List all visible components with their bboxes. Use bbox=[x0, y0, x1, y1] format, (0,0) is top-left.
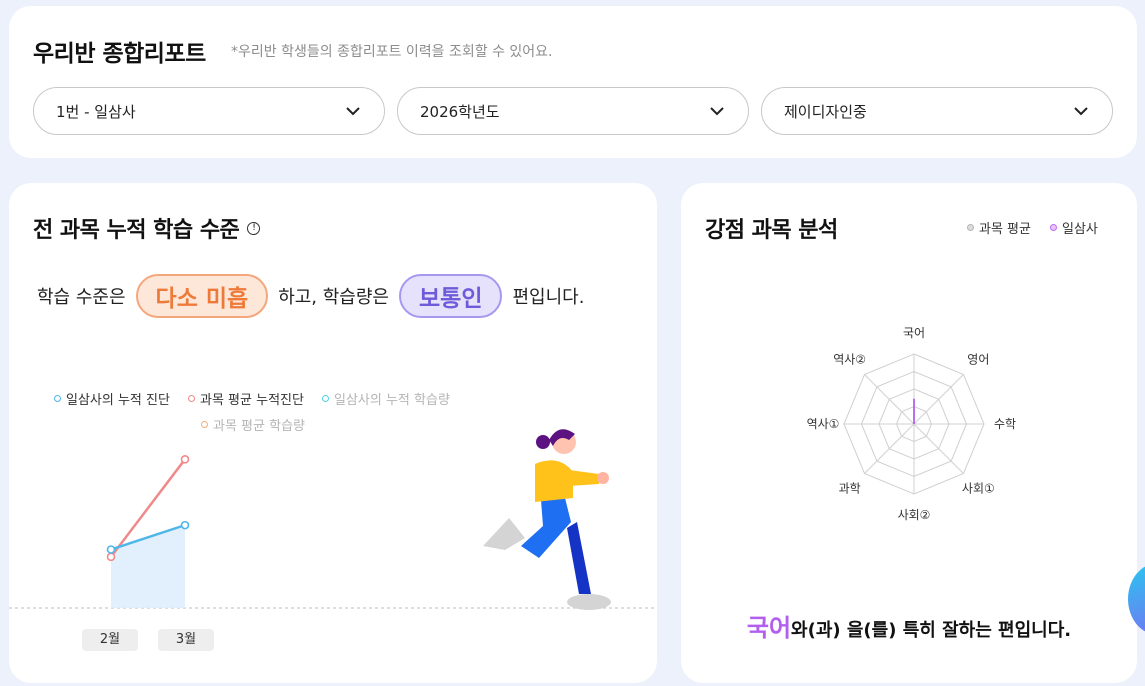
page-subtitle: *우리반 학생들의 종합리포트 이력을 조회할 수 있어요. bbox=[231, 44, 553, 60]
radar-axis-label: 영어 bbox=[967, 353, 989, 367]
year-select[interactable]: 2026학년도 bbox=[397, 87, 749, 135]
strength-subject: 국어 bbox=[746, 614, 792, 642]
radar-axis-label: 사회① bbox=[962, 481, 995, 495]
cumulative-level-card: 전 과목 누적 학습 수준 ! 학습 수준은 다소 미흡 하고, 학습량은 보통… bbox=[9, 183, 657, 683]
month-tab-feb[interactable]: 2월 bbox=[82, 629, 138, 651]
strength-radar-chart: 국어영어수학사회① 사회② 과학 역사① 역사② bbox=[807, 326, 1016, 522]
radar-axis-label: 수학 bbox=[994, 417, 1016, 431]
data-point bbox=[106, 545, 116, 554]
data-point bbox=[106, 552, 116, 562]
radar-axis-label: 사회② bbox=[898, 508, 931, 522]
running-student-illustration bbox=[483, 429, 611, 610]
chevron-down-icon bbox=[710, 107, 724, 116]
filter-card: 우리반 종합리포트 *우리반 학생들의 종합리포트 이력을 조회할 수 있어요.… bbox=[9, 6, 1137, 158]
strength-summary: 국어와(과) 을(를) 특히 잘하는 편입니다. bbox=[681, 608, 1137, 643]
chevron-down-icon bbox=[346, 107, 360, 116]
data-point bbox=[180, 520, 190, 530]
student-select[interactable]: 1번 - 일삼사 bbox=[33, 87, 385, 135]
page-title: 우리반 종합리포트 bbox=[33, 41, 206, 67]
school-select[interactable]: 제이디자인중 bbox=[761, 87, 1113, 135]
student-select-value: 1번 - 일삼사 bbox=[56, 102, 136, 121]
strength-sentence: 와(과) 을(를) 특히 잘하는 편입니다. bbox=[791, 620, 1072, 641]
school-select-value: 제이디자인중 bbox=[784, 102, 867, 121]
chevron-down-icon bbox=[1074, 107, 1088, 116]
radar-axis-label: 역사② bbox=[833, 353, 866, 367]
strength-analysis-card: 강점 과목 분석 과목 평균 일삼사 국어 영어 수학 사회① 사회② 과학 역사① 역사② … bbox=[681, 183, 1137, 683]
year-select-value: 2026학년도 bbox=[420, 102, 500, 121]
radar-axis-label: 역사① bbox=[807, 417, 840, 431]
radar-axis-label: 국어 bbox=[903, 326, 925, 340]
radar-axis-label: 과학 bbox=[839, 481, 861, 495]
data-point bbox=[180, 455, 190, 464]
month-tab-mar[interactable]: 3월 bbox=[158, 629, 214, 651]
